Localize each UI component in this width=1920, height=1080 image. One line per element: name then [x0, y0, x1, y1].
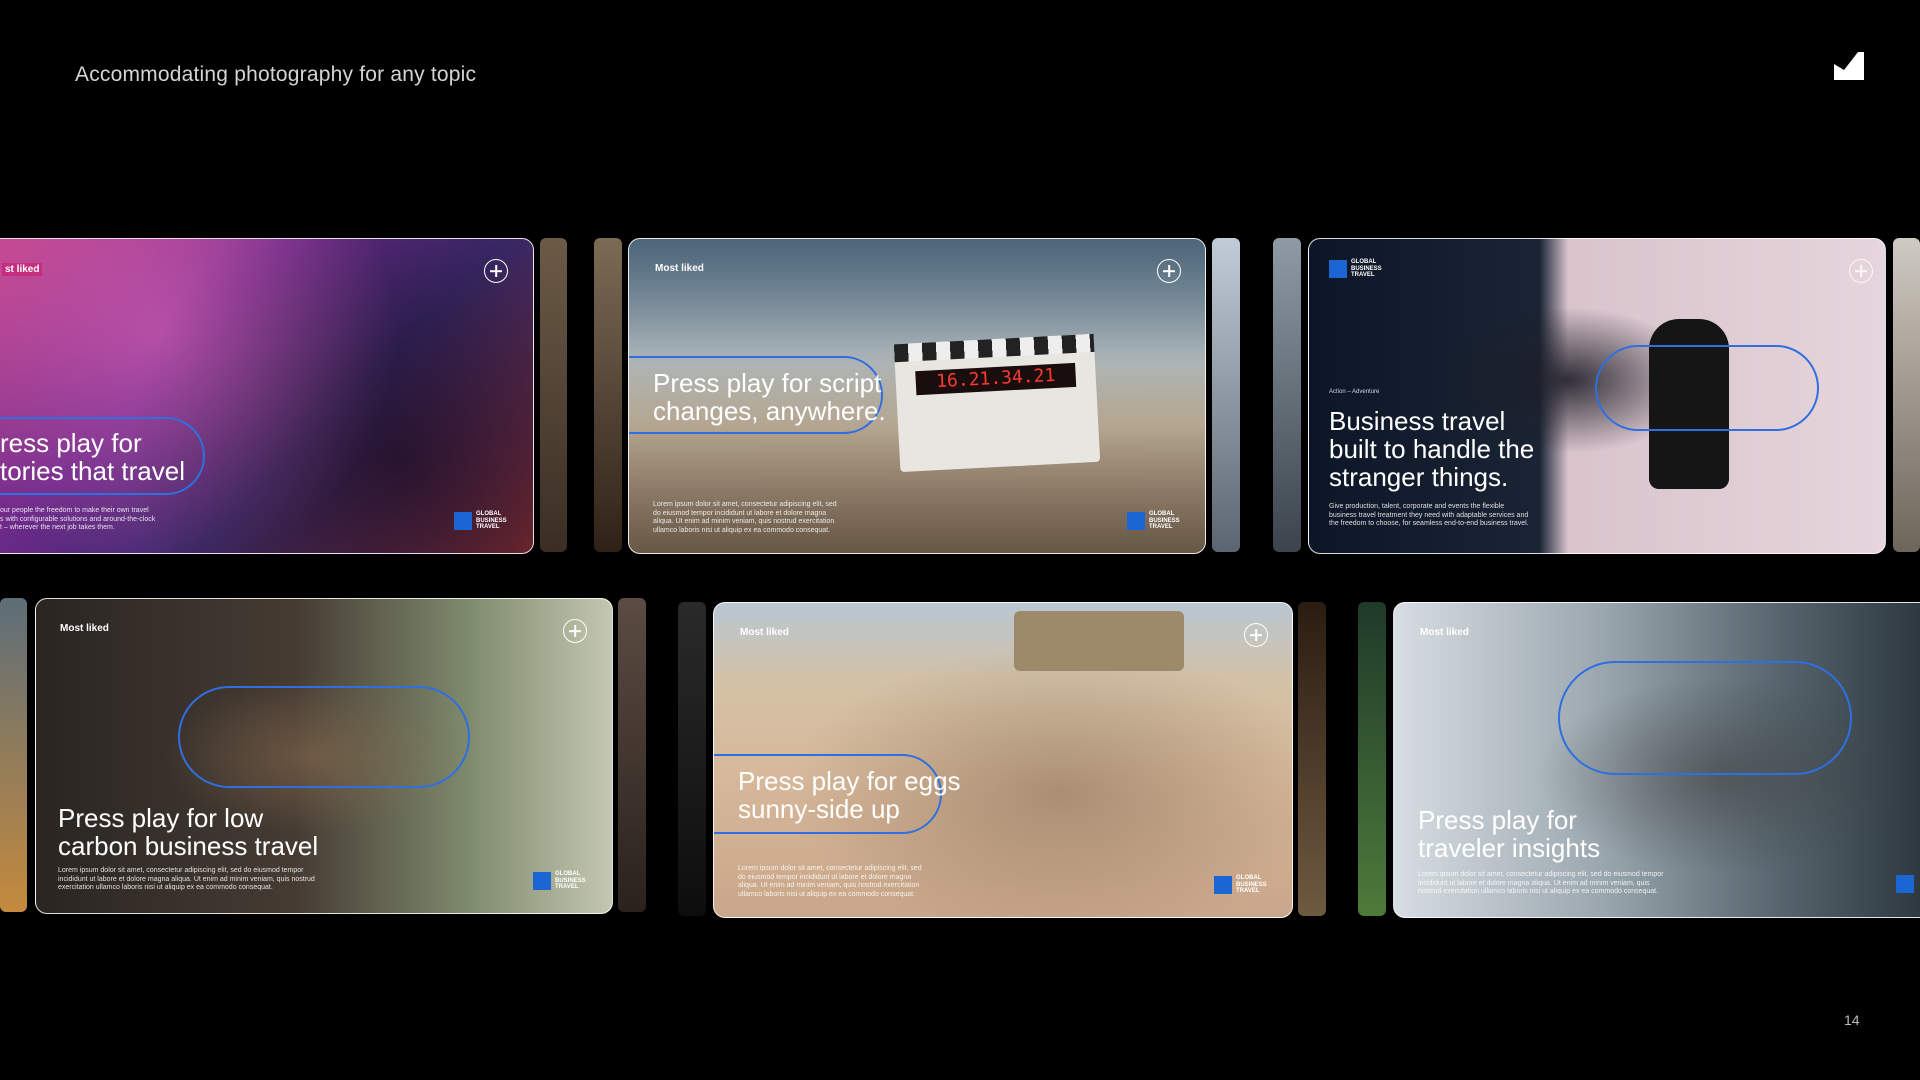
film-strip-frame	[678, 602, 706, 916]
add-icon[interactable]	[1244, 623, 1268, 647]
card-body-text: Lorem ipsum dolor sit amet, consectetur …	[738, 865, 922, 898]
amex-logo-icon	[454, 511, 472, 530]
brand-name: GLOBAL BUSINESS TRAVEL	[1351, 259, 1382, 278]
card-eyebrow: Action – Adventure	[1329, 389, 1380, 395]
card-headline-accent: Business travel	[1329, 406, 1506, 436]
brand-name: GLOBAL BUSINESS TRAVEL	[1236, 875, 1267, 894]
film-strip-frame	[618, 598, 646, 912]
card-headline: Press play for traveler insights	[1418, 805, 1601, 863]
brand-logo-icon	[1834, 52, 1864, 80]
amex-logo-icon	[1329, 259, 1347, 278]
video-card-business-travel[interactable]: GLOBAL BUSINESS TRAVEL Action – Adventur…	[1308, 238, 1886, 554]
film-strip-frame	[0, 598, 27, 912]
most-liked-tag: Most liked	[1420, 627, 1469, 638]
add-icon[interactable]	[484, 259, 508, 283]
card-headline: Press play for script changes, anywhere.	[653, 368, 886, 426]
brand-lockup: GLOBAL BUSINESS TRAVEL	[1329, 259, 1391, 279]
brand-lockup: GLOBAL BUSINESS TRAVEL	[454, 511, 516, 531]
brand-name: GLOBAL BUSINESS TRAVEL	[555, 871, 586, 890]
add-icon[interactable]	[1849, 259, 1873, 283]
page-number: 14	[1844, 1012, 1860, 1028]
film-strip-frame	[1212, 238, 1240, 552]
add-icon[interactable]	[1157, 259, 1181, 283]
video-card-stories-that-travel[interactable]: st liked ress play for tories that trave…	[0, 238, 534, 554]
headline-pill-outline	[1558, 661, 1852, 775]
photo-shade	[0, 239, 533, 553]
card-body-text: Lorem ipsum dolor sit amet, consectetur …	[653, 501, 837, 534]
video-card-low-carbon[interactable]: Most liked Press play for low carbon bus…	[35, 598, 613, 914]
brand-lockup: GLOBAL BUSINESS TRAVEL	[1127, 511, 1189, 531]
headline-pill-outline	[1595, 345, 1819, 431]
add-icon[interactable]	[563, 619, 587, 643]
film-strip-frame	[594, 238, 622, 552]
film-strip-frame	[540, 238, 567, 552]
clapperboard-icon: 16.21.34.21	[893, 333, 1101, 473]
amex-logo-icon	[533, 871, 551, 890]
brand-name: GLOBAL BUSINESS TRAVEL	[1149, 511, 1180, 530]
brand-lockup: GLOBAL BUSINESS TRAVEL	[1214, 875, 1276, 895]
amex-logo-icon	[1214, 875, 1232, 894]
film-strip-frame	[1298, 602, 1326, 916]
film-strip-frame	[1358, 602, 1386, 916]
video-card-script-changes[interactable]: 16.21.34.21 Most liked Press play for sc…	[628, 238, 1206, 554]
video-card-traveler-insights[interactable]: Most liked Press play for traveler insig…	[1393, 602, 1920, 918]
safari-truck-icon	[1014, 611, 1184, 671]
most-liked-tag: Most liked	[655, 263, 704, 274]
card-headline: Press play for low carbon business trave…	[58, 803, 319, 861]
page-title: Accommodating photography for any topic	[75, 63, 477, 86]
card-headline: Press play for eggs sunny-side up	[738, 766, 961, 824]
card-body-text: our people the freedom to make their own…	[0, 507, 156, 531]
most-liked-tag: Most liked	[60, 623, 109, 634]
film-strip-frame	[1273, 238, 1301, 552]
card-headline: built to handle the stranger things.	[1329, 434, 1535, 492]
amex-logo-icon	[1896, 875, 1914, 893]
card-headline: ress play for tories that travel	[0, 428, 185, 486]
brand-lockup	[1896, 875, 1914, 893]
headline-pill-outline	[178, 686, 470, 788]
card-body-text: Lorem ipsum dolor sit amet, consectetur …	[58, 867, 315, 891]
video-card-eggs-sunny-side-up[interactable]: Most liked Press play for eggs sunny-sid…	[713, 602, 1293, 918]
brand-name: GLOBAL BUSINESS TRAVEL	[476, 511, 507, 530]
card-body-text: Give production, talent, corporate and e…	[1329, 503, 1529, 527]
most-liked-tag: Most liked	[740, 627, 789, 638]
film-strip-frame	[1893, 238, 1920, 552]
brand-lockup: GLOBAL BUSINESS TRAVEL	[533, 871, 595, 891]
most-liked-tag: st liked	[2, 263, 43, 276]
card-body-text: Lorem ipsum dolor sit amet, consectetur …	[1418, 871, 1664, 895]
amex-logo-icon	[1127, 511, 1145, 530]
